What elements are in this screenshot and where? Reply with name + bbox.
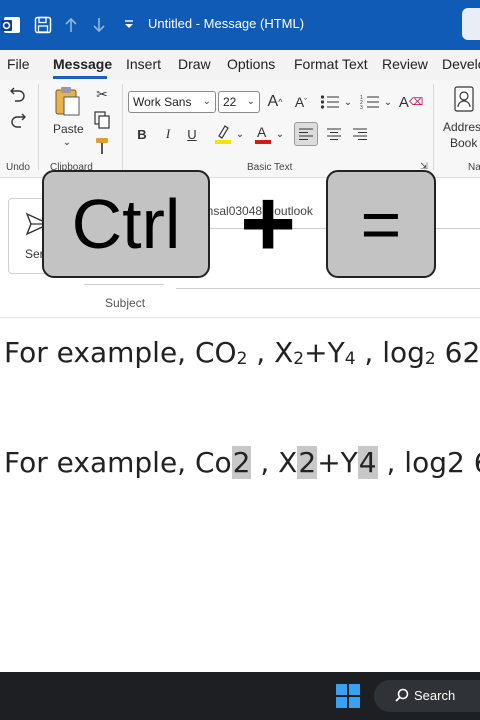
window-title: Untitled - Message (HTML) bbox=[148, 16, 305, 31]
text-run: , X bbox=[247, 336, 294, 369]
chevron-down-icon[interactable]: ⌄ bbox=[342, 91, 354, 113]
chevron-down-icon: ⌄ bbox=[246, 96, 255, 107]
outlook-logo-icon bbox=[0, 14, 22, 36]
subscript-run: 2 bbox=[424, 349, 436, 369]
ribbon-separator bbox=[122, 84, 123, 170]
windows-start-icon[interactable] bbox=[336, 684, 360, 708]
ribbon-separator bbox=[433, 84, 434, 170]
bold-icon[interactable]: B bbox=[134, 124, 150, 144]
cut-icon[interactable]: ✂ bbox=[93, 84, 111, 104]
bullets-icon[interactable] bbox=[318, 91, 342, 113]
font-size-value: 22 bbox=[223, 95, 237, 109]
body-line-subscript: For example, CO2 , X2+Y4 , log2 625 bbox=[4, 336, 480, 369]
tab-review[interactable]: Review bbox=[382, 56, 428, 72]
align-right-icon[interactable] bbox=[348, 122, 372, 146]
ribbon-separator bbox=[38, 84, 39, 170]
underline-icon[interactable]: U bbox=[184, 124, 200, 144]
subscript-run: 2 bbox=[236, 349, 248, 369]
tab-message[interactable]: Message bbox=[53, 56, 112, 72]
customize-toolbar-icon[interactable] bbox=[118, 14, 140, 36]
equals-key: = bbox=[326, 170, 436, 278]
address-book-label-line2[interactable]: Book bbox=[450, 136, 477, 150]
chevron-down-icon[interactable]: ⌄ bbox=[382, 91, 394, 113]
paste-icon[interactable] bbox=[52, 84, 82, 118]
undo-group-label: Undo bbox=[6, 162, 30, 173]
selected-digit[interactable]: 4 bbox=[357, 446, 378, 479]
search-icon bbox=[394, 687, 410, 706]
arrow-down-icon[interactable] bbox=[88, 14, 110, 36]
taskbar: Search bbox=[0, 672, 480, 720]
selected-digit[interactable]: 2 bbox=[231, 446, 252, 479]
title-search-box[interactable] bbox=[462, 8, 480, 40]
highlight-icon[interactable] bbox=[212, 122, 234, 146]
align-left-icon[interactable] bbox=[294, 122, 318, 146]
svg-text:3: 3 bbox=[360, 105, 363, 110]
title-bar: Untitled - Message (HTML) bbox=[0, 0, 480, 50]
chevron-down-icon[interactable]: ⌄ bbox=[274, 124, 286, 144]
address-book-label-line1[interactable]: Address bbox=[443, 120, 480, 134]
chevron-down-icon[interactable]: ⌄ bbox=[234, 124, 246, 144]
format-painter-icon[interactable] bbox=[93, 136, 111, 156]
paste-dropdown-icon[interactable]: ⌄ bbox=[60, 136, 74, 148]
selected-digit[interactable]: 2 bbox=[297, 446, 318, 479]
paste-label[interactable]: Paste bbox=[53, 122, 84, 136]
tab-options[interactable]: Options bbox=[227, 56, 275, 72]
chevron-down-icon: ⌄ bbox=[202, 96, 211, 107]
shrink-font-icon[interactable]: Aˇ bbox=[290, 91, 312, 113]
names-group-label: Na bbox=[468, 162, 480, 173]
subscript-run: 2 bbox=[293, 349, 305, 369]
subject-field-line bbox=[84, 284, 164, 285]
body-line-plain: For example, Co2 , X2+Y4 , log2 6 bbox=[4, 446, 480, 479]
address-book-icon[interactable] bbox=[452, 84, 476, 114]
font-size-select[interactable]: 22 ⌄ bbox=[218, 91, 260, 113]
text-run: +Y bbox=[304, 336, 345, 369]
text-run: For example, CO bbox=[4, 336, 237, 369]
cc-field-line[interactable] bbox=[176, 288, 480, 289]
arrow-up-icon[interactable] bbox=[60, 14, 82, 36]
message-body[interactable]: For example, CO2 , X2+Y4 , log2 625 For … bbox=[0, 318, 480, 672]
redo-icon[interactable] bbox=[8, 110, 28, 130]
tab-insert[interactable]: Insert bbox=[126, 56, 161, 72]
tab-draw[interactable]: Draw bbox=[178, 56, 211, 72]
text-run: , X bbox=[251, 446, 298, 479]
font-name-select[interactable]: Work Sans ⌄ bbox=[128, 91, 216, 113]
text-run: 625 bbox=[444, 336, 480, 369]
plus-sign: + bbox=[239, 170, 297, 277]
copy-icon[interactable] bbox=[93, 110, 111, 130]
tab-format-text[interactable]: Format Text bbox=[294, 56, 368, 72]
italic-icon[interactable]: I bbox=[160, 124, 176, 144]
tab-file[interactable]: File bbox=[7, 56, 30, 72]
taskbar-search[interactable]: Search bbox=[374, 680, 480, 712]
text-run: , log2 6 bbox=[386, 446, 480, 479]
align-center-icon[interactable] bbox=[322, 122, 346, 146]
ctrl-key: Ctrl bbox=[42, 170, 210, 278]
clear-formatting-icon[interactable]: A ⌫ bbox=[399, 91, 423, 113]
active-tab-indicator bbox=[53, 76, 107, 79]
text-run: For example, Co bbox=[4, 446, 232, 479]
text-run: +Y bbox=[317, 446, 358, 479]
send-label: Ser bbox=[25, 247, 44, 261]
undo-icon[interactable] bbox=[8, 84, 28, 104]
taskbar-search-label: Search bbox=[414, 688, 456, 703]
svg-text:A: A bbox=[257, 124, 267, 140]
save-icon[interactable] bbox=[32, 14, 54, 36]
ribbon: Undo Paste ⌄ ✂ Clipboard Work Sans ⌄ 22 … bbox=[0, 80, 480, 178]
subscript-run: 4 bbox=[344, 349, 356, 369]
font-color-icon[interactable]: A bbox=[252, 122, 274, 146]
numbering-icon[interactable]: 123 bbox=[358, 91, 382, 113]
tab-developer[interactable]: Develo bbox=[442, 56, 480, 72]
font-name-value: Work Sans bbox=[133, 95, 192, 109]
text-run: , log bbox=[355, 336, 425, 369]
grow-font-icon[interactable]: A ^ bbox=[264, 91, 286, 113]
subject-label: Subject bbox=[105, 296, 146, 310]
